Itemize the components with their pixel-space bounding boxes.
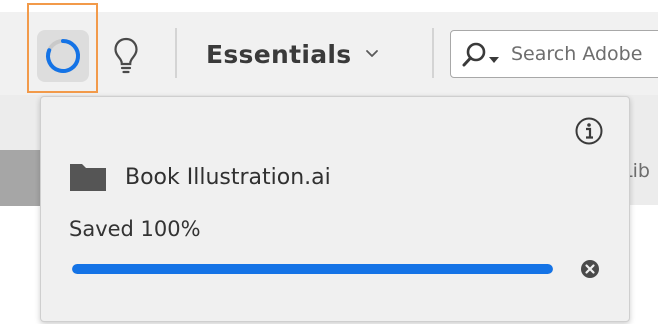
lightbulb-icon[interactable] (113, 36, 139, 76)
workspace-label: Essentials (206, 39, 352, 69)
file-name: Book Illustration.ai (125, 164, 331, 190)
folder-icon (70, 164, 106, 191)
sync-status-popover: Book Illustration.ai Saved 100% (40, 96, 630, 322)
toolbar-divider (175, 28, 177, 78)
search-box[interactable] (450, 30, 658, 78)
cancel-icon[interactable] (579, 258, 601, 280)
save-progress-fill (72, 264, 553, 274)
sync-button-highlight (27, 3, 98, 93)
top-toolbar: Essentials (0, 0, 658, 95)
save-progress-bar (72, 264, 553, 274)
info-icon[interactable] (574, 116, 604, 146)
search-icon (462, 42, 499, 67)
workspace-switcher[interactable]: Essentials (206, 34, 379, 74)
search-input[interactable] (511, 39, 658, 69)
canvas-area (630, 205, 658, 324)
save-status-text: Saved 100% (69, 217, 201, 241)
toolbar-top-edge (0, 0, 658, 12)
toolbar-divider (432, 28, 434, 78)
chevron-down-icon (366, 50, 379, 57)
file-row: Book Illustration.ai (69, 161, 331, 193)
